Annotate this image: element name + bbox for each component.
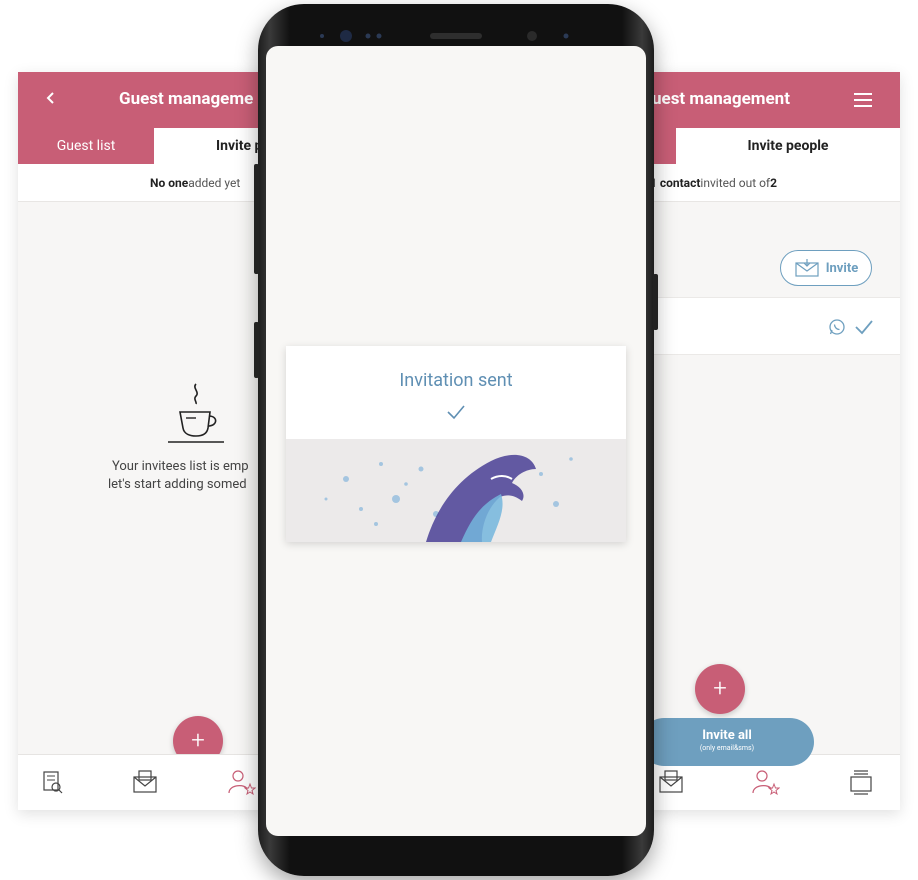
envelope-icon [795,259,819,277]
envelope-icon[interactable] [656,767,686,797]
tab-invite-people[interactable]: Invite people [676,128,900,164]
invite-all-note: (only email&sms) [699,744,755,752]
status-text: added yet [188,175,241,190]
stage: Guest manageme Guest list Invite p No on… [0,0,918,880]
page-title: Guest manageme [119,89,254,109]
back-icon[interactable] [40,86,60,110]
power-key [653,274,658,330]
guests-star-icon[interactable] [750,767,780,797]
invite-button-label: Invite [825,260,859,276]
guests-star-icon[interactable] [226,767,256,797]
status-strong: No one [150,175,189,190]
dialog-message: Invitation sent [399,370,513,391]
invite-all-button[interactable]: Invite all (only email&sms) [640,718,814,766]
dolphin-watercolor-image [286,439,626,542]
invitation-sent-dialog: Invitation sent [286,346,626,542]
invite-all-label: Invite all [702,728,752,743]
phone-device: Invitation sent [254,4,658,876]
envelope-icon[interactable] [130,767,160,797]
status-strong: 2 [770,175,777,190]
tab-guest-list[interactable]: Guest list [18,128,154,164]
invite-button[interactable]: Invite [780,250,872,286]
status-strong: 1 contact [650,175,701,190]
add-contact-button[interactable]: + [695,664,745,714]
coffee-cup-icon [168,383,224,443]
tv-list-icon[interactable] [846,767,876,797]
check-icon [447,405,465,420]
status-text: invited out of [700,175,771,190]
bixby-key [254,322,259,378]
menu-icon[interactable] [854,93,872,107]
volume-key [254,164,259,274]
whatsapp-icon[interactable] [828,318,846,336]
check-icon [855,320,873,335]
page-title: uest management [652,89,790,109]
phone-display: Invitation sent [266,46,646,836]
list-icon[interactable] [38,767,68,797]
